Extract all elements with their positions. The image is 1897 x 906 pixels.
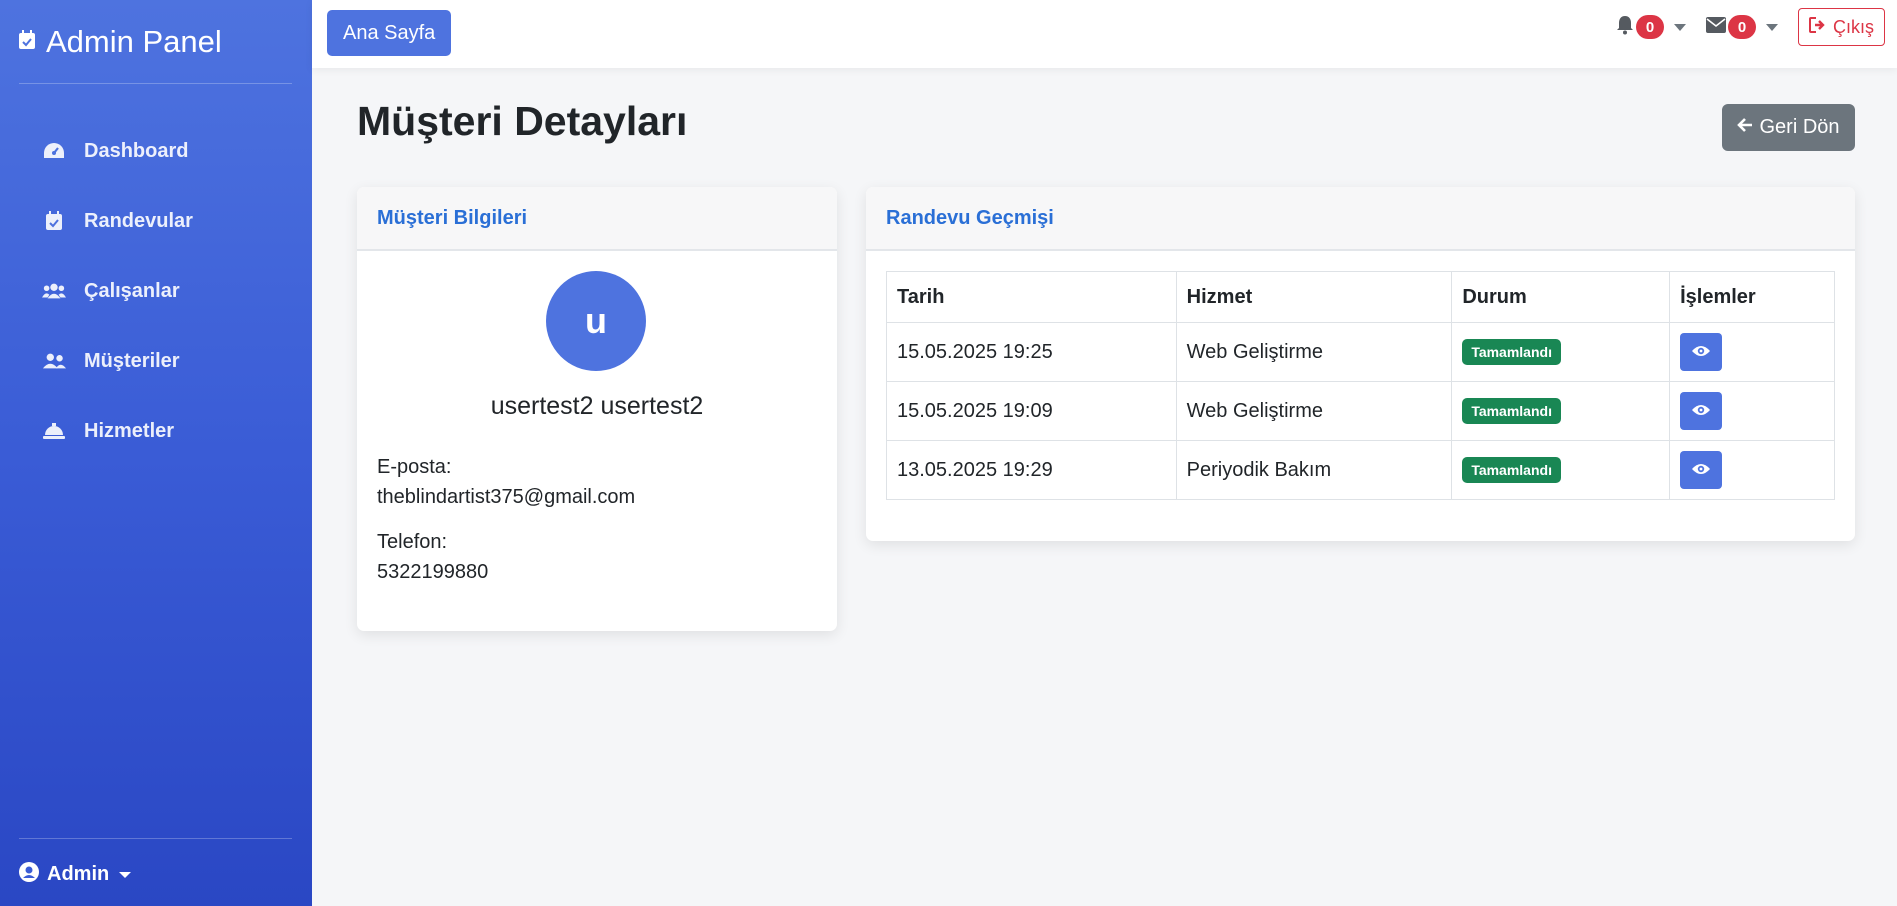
page-title: Müşteri Detayları	[357, 98, 688, 144]
status-badge: Tamamlandı	[1462, 457, 1561, 483]
column-header: İşlemler	[1669, 271, 1835, 323]
service-cell: Web Geliştirme	[1175, 381, 1453, 441]
topbar-actions: 0 0 Çıkış	[1616, 8, 1885, 46]
customer-name: usertest2 usertest2	[490, 392, 704, 420]
column-header: Hizmet	[1175, 271, 1453, 323]
email-label: E-posta:	[377, 456, 452, 478]
column-header: Tarih	[886, 271, 1177, 323]
user-friends-icon	[42, 349, 66, 373]
phone-info: Telefon: 5322199880	[377, 527, 488, 587]
back-button[interactable]: Geri Dön	[1722, 104, 1855, 151]
calendar-check-icon	[18, 29, 36, 55]
message-count-badge: 0	[1727, 15, 1756, 39]
card-title: Müşteri Bilgileri	[377, 206, 528, 229]
status-cell: Tamamlandı	[1451, 381, 1671, 441]
table-row: 13.05.2025 19:29 Periyodik Bakım Tamamla…	[886, 440, 1835, 500]
appointment-history-card: Randevu Geçmişi Tarih Hizmet Durum İşlem…	[866, 187, 1855, 541]
column-header: Durum	[1451, 271, 1671, 323]
status-cell: Tamamlandı	[1451, 322, 1671, 382]
date-cell: 15.05.2025 19:09	[886, 381, 1177, 441]
sidebar-item-label: Randevular	[84, 209, 193, 232]
date-cell: 15.05.2025 19:25	[886, 322, 1177, 382]
user-circle-icon	[19, 862, 39, 887]
view-button[interactable]	[1680, 333, 1723, 371]
sidebar-item-label: Çalışanlar	[84, 279, 180, 302]
caret-down-icon	[119, 871, 132, 878]
messages-dropdown[interactable]: 0	[1705, 15, 1778, 39]
caret-down-icon	[1673, 23, 1686, 31]
appointment-table: Tarih Hizmet Durum İşlemler 15.05.2025 1…	[886, 271, 1835, 500]
sidebar-divider	[19, 838, 292, 839]
sidebar-item-dashboard[interactable]: Dashboard	[0, 116, 312, 186]
view-button[interactable]	[1680, 451, 1723, 489]
envelope-icon	[1705, 16, 1726, 38]
sidebar-divider	[19, 83, 292, 84]
dashboard-gauge-icon	[42, 139, 66, 163]
eye-icon	[1691, 344, 1711, 361]
service-cell: Periyodik Bakım	[1175, 440, 1453, 500]
phone-label: Telefon:	[377, 531, 448, 553]
calendar-check-icon	[42, 209, 66, 233]
status-cell: Tamamlandı	[1451, 440, 1671, 500]
view-button[interactable]	[1680, 392, 1723, 430]
notifications-dropdown[interactable]: 0	[1616, 15, 1686, 40]
avatar: u	[546, 271, 646, 371]
topbar: Ana Sayfa 0 0 Çıkış	[312, 0, 1897, 68]
email-value: theblindartist375@gmail.com	[377, 486, 636, 508]
service-cell: Web Geliştirme	[1175, 322, 1453, 382]
user-name: Admin	[47, 863, 110, 885]
caret-down-icon	[1765, 23, 1778, 31]
back-label: Geri Dön	[1759, 116, 1840, 138]
brand[interactable]: Admin Panel	[18, 22, 222, 62]
sidebar-item-randevular[interactable]: Randevular	[0, 186, 312, 256]
eye-icon	[1691, 403, 1711, 420]
sidebar-item-label: Hizmetler	[84, 419, 175, 442]
sidebar-nav: Dashboard Randevular Çalışanlar Müşteril…	[0, 116, 312, 466]
email-info: E-posta: theblindartist375@gmail.com	[377, 452, 635, 512]
actions-cell	[1669, 381, 1835, 441]
arrow-left-icon	[1737, 116, 1753, 139]
bell-icon	[1616, 15, 1634, 40]
sidebar-item-calisanlar[interactable]: Çalışanlar	[0, 256, 312, 326]
sign-out-icon	[1808, 16, 1827, 38]
card-title: Randevu Geçmişi	[886, 206, 1054, 229]
brand-title: Admin Panel	[46, 24, 222, 59]
logout-label: Çıkış	[1832, 16, 1874, 37]
actions-cell	[1669, 440, 1835, 500]
sidebar-item-musteriler[interactable]: Müşteriler	[0, 326, 312, 396]
eye-icon	[1691, 462, 1711, 479]
concierge-bell-icon	[42, 419, 66, 443]
table-row: 15.05.2025 19:09 Web Geliştirme Tamamlan…	[886, 381, 1835, 441]
user-dropdown[interactable]: Admin	[19, 862, 132, 887]
logout-button[interactable]: Çıkış	[1797, 8, 1885, 46]
phone-value: 5322199880	[377, 561, 489, 583]
customer-info-card: Müşteri Bilgileri u usertest2 usertest2 …	[357, 187, 837, 631]
sidebar-item-hizmetler[interactable]: Hizmetler	[0, 396, 312, 466]
date-cell: 13.05.2025 19:29	[886, 440, 1177, 500]
users-icon	[42, 279, 66, 303]
actions-cell	[1669, 322, 1835, 382]
sidebar-item-label: Müşteriler	[84, 349, 180, 372]
card-header: Müşteri Bilgileri	[357, 187, 837, 251]
sidebar: Admin Panel Dashboard Randevular Çalışan…	[0, 0, 312, 906]
home-button[interactable]: Ana Sayfa	[327, 10, 452, 56]
notification-count-badge: 0	[1635, 15, 1664, 39]
card-header: Randevu Geçmişi	[866, 187, 1855, 251]
status-badge: Tamamlandı	[1462, 398, 1561, 424]
status-badge: Tamamlandı	[1462, 339, 1561, 365]
sidebar-item-label: Dashboard	[84, 139, 189, 162]
table-header-row: Tarih Hizmet Durum İşlemler	[886, 271, 1835, 323]
table-row: 15.05.2025 19:25 Web Geliştirme Tamamlan…	[886, 322, 1835, 382]
